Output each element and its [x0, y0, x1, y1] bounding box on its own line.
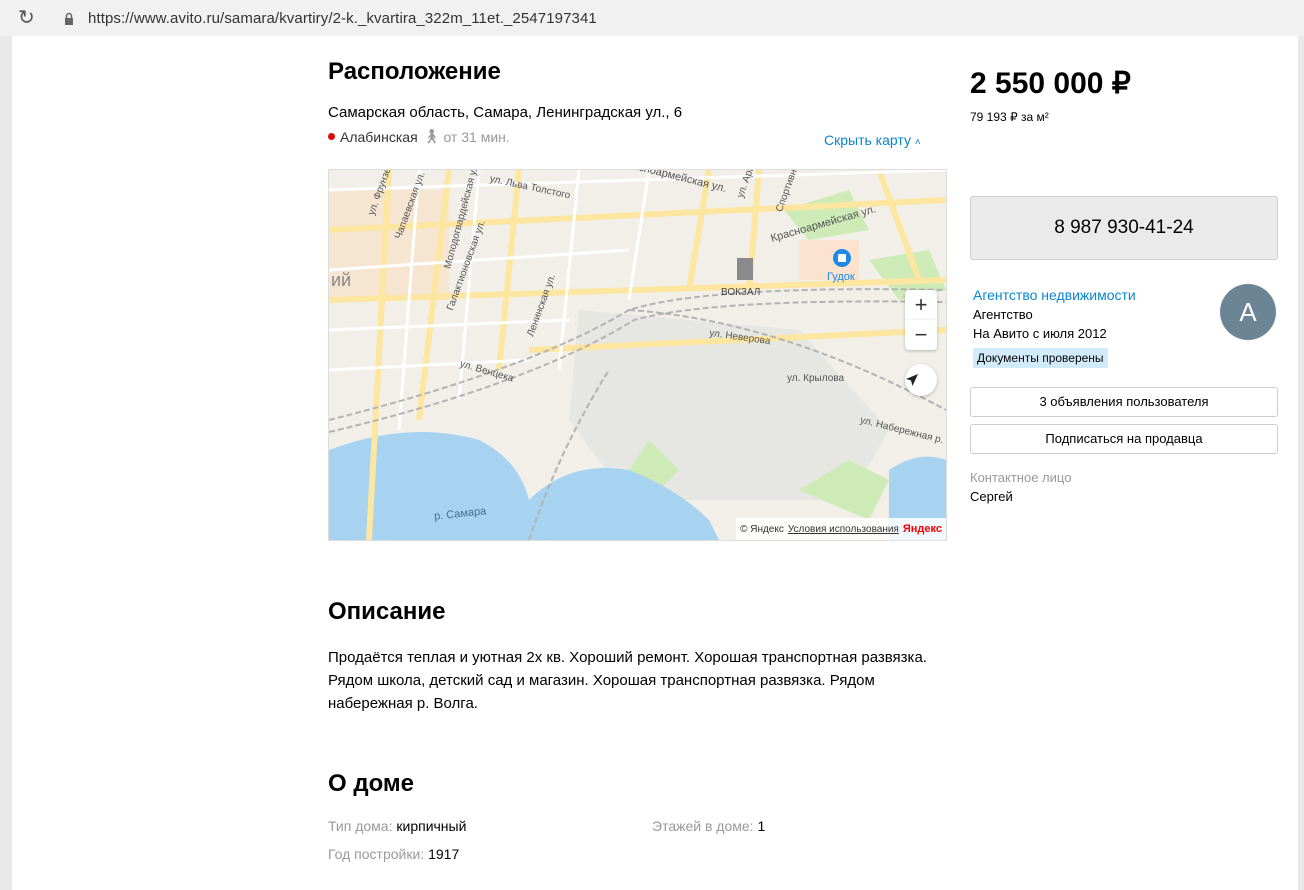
map-canvas — [329, 170, 946, 540]
map[interactable]: ул. Льва Толстого Красноармейская ул. Кр… — [328, 169, 947, 541]
contact-label: Контактное лицо — [970, 470, 1072, 485]
seller-since: На Авито с июля 2012 — [973, 326, 1107, 341]
reload-icon[interactable]: ↻ — [18, 6, 35, 30]
house-title: О доме — [328, 770, 415, 797]
metro-line-icon — [328, 133, 335, 140]
page-content: Расположение Самарская область, Самара, … — [12, 36, 1298, 890]
map-label-poi: Гудок — [827, 271, 855, 283]
house-type-label: Тип дома: — [328, 818, 393, 834]
verified-badge: Документы проверены — [973, 348, 1108, 368]
price-per-m2: 79 193 ₽ за м² — [970, 110, 1049, 124]
house-floors-value: 1 — [757, 818, 766, 834]
avatar[interactable]: А — [1220, 284, 1276, 340]
locate-button[interactable] — [905, 364, 937, 396]
map-label-street: ул. Крылова — [787, 373, 845, 384]
zoom-in-button[interactable]: + — [905, 290, 937, 320]
chevron-up-icon: ˄ — [914, 137, 921, 148]
seller-type: Агентство — [973, 307, 1033, 322]
map-credit: © Яндекс Условия использования Яндекс — [736, 518, 946, 540]
address-bar[interactable]: https://www.avito.ru/samara/kvartiry/2-k… — [48, 6, 1288, 32]
house-year-value: 1917 — [428, 846, 460, 862]
house-type-value: кирпичный — [396, 818, 467, 834]
contact-name: Сергей — [970, 489, 1013, 504]
map-copyright: © Яндекс — [740, 523, 784, 535]
description-text: Продаётся теплая и уютная 2х кв. Хороший… — [328, 649, 927, 712]
address: Самарская область, Самара, Ленинградская… — [328, 104, 683, 121]
house-floors-label: Этажей в доме: — [652, 818, 754, 834]
zoom-out-button[interactable]: − — [905, 320, 937, 350]
hide-map-link[interactable]: Скрыть карту ˄ — [824, 132, 921, 148]
location-title: Расположение — [328, 58, 501, 85]
metro-station: Алабинская — [340, 128, 418, 145]
navigation-arrow-icon — [906, 374, 918, 386]
hide-map-label: Скрыть карту — [824, 132, 911, 148]
map-label-station: ВОКЗАЛ — [721, 287, 761, 298]
subscribe-button[interactable]: Подписаться на продавца — [970, 424, 1278, 454]
walking-icon: 🚶︎ — [422, 128, 441, 144]
url-text: https://www.avito.ru/samara/kvartiry/2-k… — [88, 10, 597, 27]
map-label-district: ий — [331, 270, 352, 290]
user-ads-button[interactable]: 3 объявления пользователя — [970, 387, 1278, 417]
house-year-label: Год постройки: — [328, 846, 425, 862]
description-title: Описание — [328, 598, 446, 625]
yandex-logo[interactable]: Яндекс — [903, 523, 942, 535]
show-phone-button[interactable]: 8 987 930-41-24 — [970, 196, 1278, 260]
map-terms-link[interactable]: Условия использования — [788, 524, 899, 535]
house-floors: Этажей в доме: 1 — [652, 818, 765, 834]
walk-time: от 31 мин. — [443, 128, 510, 145]
seller-name-link[interactable]: Агентство недвижимости — [973, 287, 1136, 303]
browser-toolbar: ↻ https://www.avito.ru/samara/kvartiry/2… — [0, 0, 1304, 36]
metro-info: Алабинская 🚶︎ от 31 мин. — [328, 128, 510, 145]
house-type: Тип дома: кирпичный — [328, 818, 466, 834]
lock-icon — [65, 12, 73, 25]
house-year: Год постройки: 1917 — [328, 846, 459, 862]
price: 2 550 000 ₽ — [970, 67, 1131, 100]
